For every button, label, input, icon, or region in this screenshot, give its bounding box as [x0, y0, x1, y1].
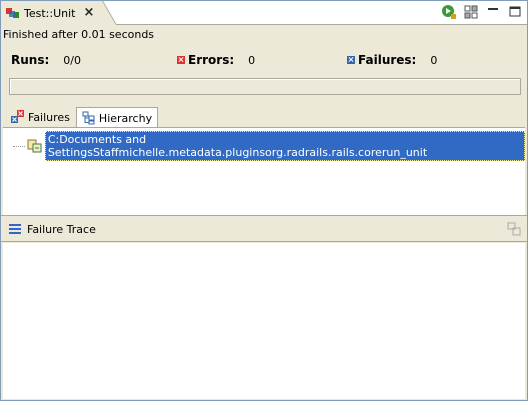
compare-results-icon[interactable] — [507, 222, 521, 236]
tab-failures-label: Failures — [28, 110, 70, 124]
tree-connector — [13, 145, 25, 147]
error-icon — [177, 56, 185, 64]
run-again-icon[interactable] — [441, 4, 457, 20]
failures-label: Failures: — [358, 53, 417, 67]
status-text: Finished after 0.01 seconds — [3, 28, 155, 41]
tab-hierarchy-label: Hierarchy — [98, 111, 153, 125]
failure-trace-body — [3, 243, 525, 399]
view-title-bar: Test::Unit × — [1, 1, 527, 25]
failures-value: 0 — [430, 53, 438, 67]
failure-trace-title: Failure Trace — [27, 223, 96, 236]
view-tab[interactable]: Test::Unit × — [1, 1, 101, 25]
failure-trace-header: Failure Trace — [1, 215, 527, 242]
result-tabs: Failures Hierarchy — [5, 107, 159, 128]
runs-counter: Runs: 0/0 — [11, 53, 81, 67]
errors-label: Errors: — [188, 53, 235, 67]
failures-icon — [11, 110, 25, 124]
runs-value: 0/0 — [63, 53, 81, 67]
counters-row: Runs: 0/0 Errors: 0 Failures: 0 — [1, 45, 527, 73]
tree-node-label: C:Documents and SettingsStaffmichelle.me… — [44, 131, 525, 161]
minimize-icon[interactable] — [485, 4, 501, 20]
view-title: Test::Unit — [24, 6, 76, 20]
view-toolbar — [441, 4, 523, 20]
test-unit-view: Test::Unit × Finished after 0.01 seconds… — [0, 0, 528, 401]
progress-bar — [9, 78, 521, 95]
stack-trace-icon — [9, 224, 21, 234]
errors-counter: Errors: 0 — [177, 53, 255, 67]
tree-node[interactable]: C:Documents and SettingsStaffmichelle.me… — [13, 131, 525, 161]
close-icon[interactable]: × — [83, 6, 94, 19]
tab-hierarchy[interactable]: Hierarchy — [75, 107, 159, 128]
errors-value: 0 — [248, 53, 256, 67]
test-unit-icon — [5, 6, 21, 20]
failure-icon — [347, 56, 355, 64]
failures-counter: Failures: 0 — [347, 53, 437, 67]
hierarchy-tree: C:Documents and SettingsStaffmichelle.me… — [3, 127, 525, 215]
tab-failures[interactable]: Failures — [5, 107, 76, 127]
runs-label: Runs: — [11, 53, 50, 67]
maximize-icon[interactable] — [507, 4, 523, 20]
history-icon[interactable] — [463, 4, 479, 20]
test-suite-icon — [27, 139, 43, 153]
hierarchy-icon — [82, 111, 96, 125]
